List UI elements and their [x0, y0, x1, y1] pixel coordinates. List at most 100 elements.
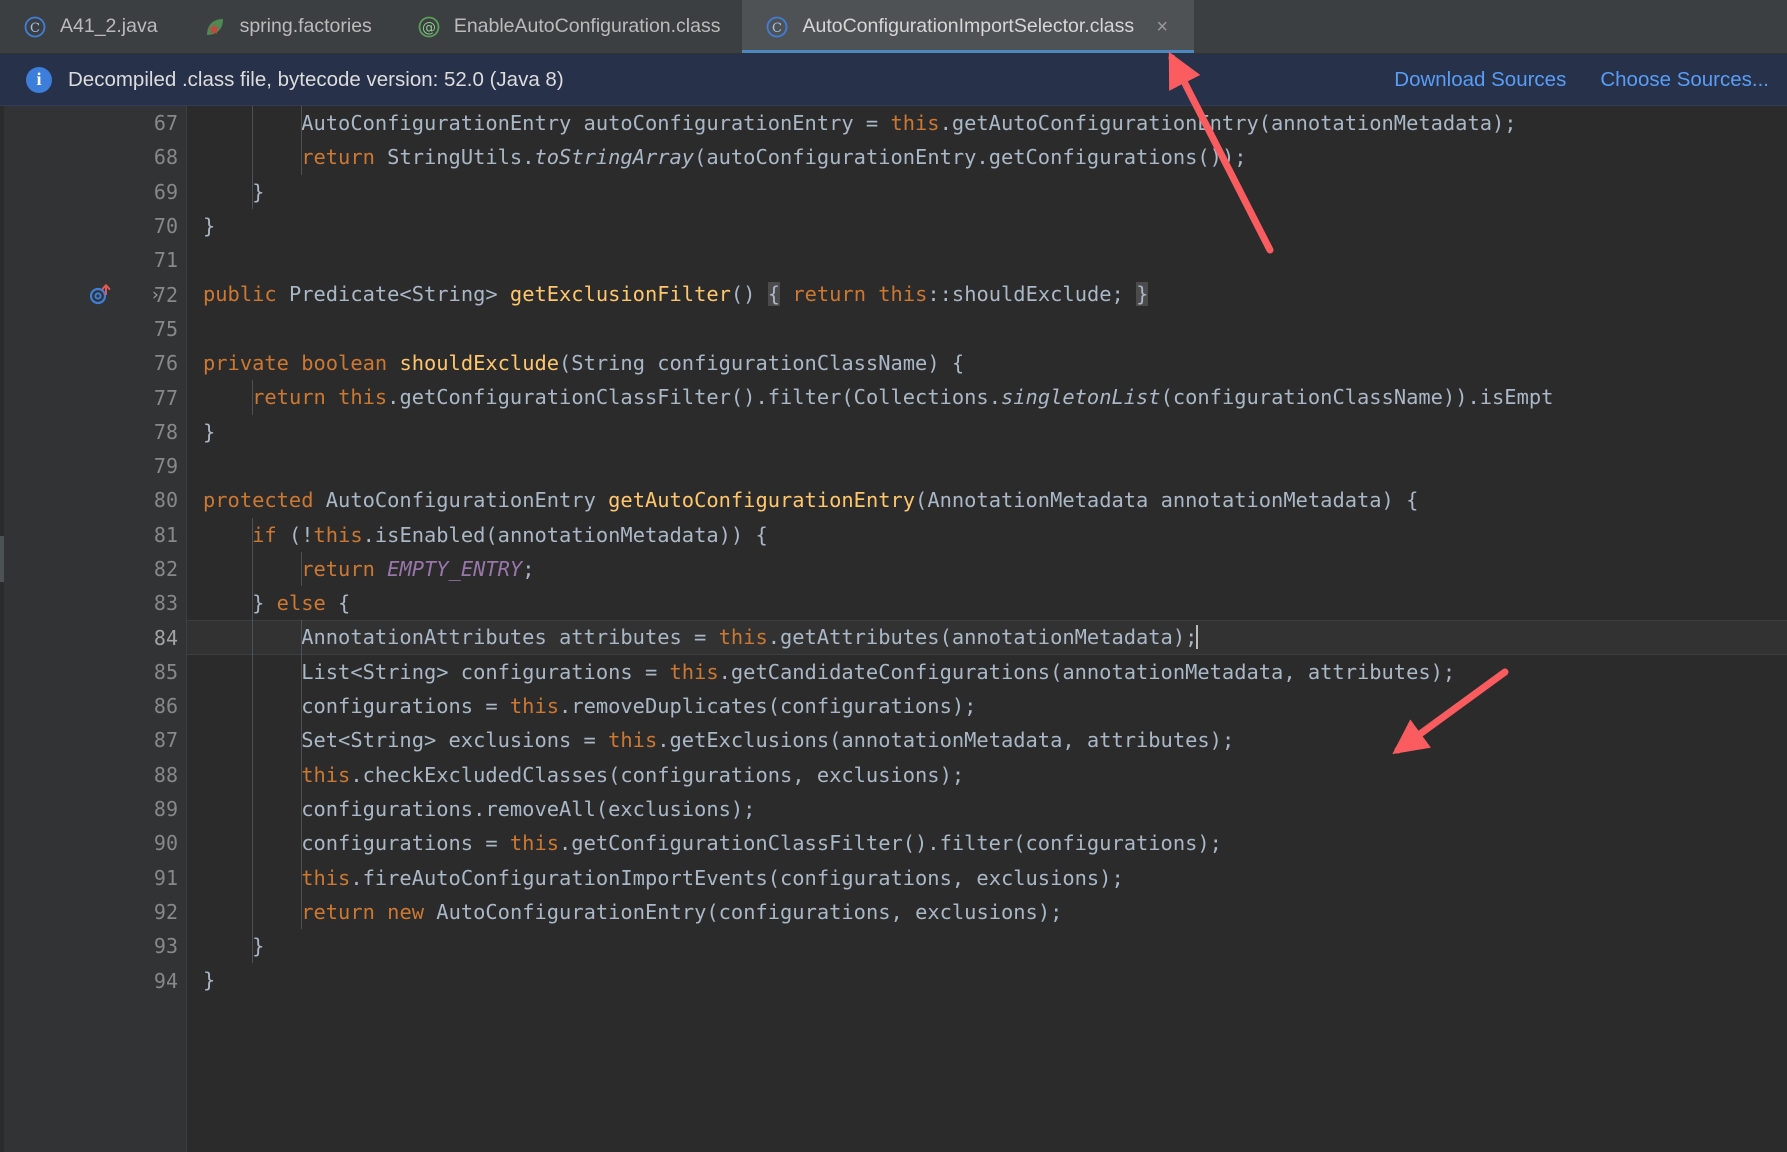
- code-token: .checkExcludedClasses(configurations, ex…: [350, 762, 965, 787]
- gutter-row[interactable]: 83: [4, 586, 186, 620]
- indent-guide: [301, 551, 302, 587]
- indent-guide: [252, 689, 253, 724]
- code-editor[interactable]: 67 68 69 70 71 72 › 75 76 77 78 79 80 81 82 83 84 85 86 87 8…: [0, 106, 1787, 1152]
- line-number: 94: [153, 968, 178, 993]
- gutter-row[interactable]: 71: [4, 243, 186, 277]
- code-line[interactable]: [187, 243, 1787, 277]
- gutter-row[interactable]: 70: [4, 209, 186, 243]
- code-token: }: [203, 179, 265, 204]
- gutter-row[interactable]: 80: [4, 483, 186, 517]
- code-token: AutoConfigurationEntry(configurations, e…: [424, 899, 1063, 924]
- implementing-method-icon[interactable]: [88, 277, 112, 311]
- line-number: 69: [153, 179, 178, 204]
- line-number: 71: [153, 248, 178, 273]
- code-line[interactable]: private boolean shouldExclude(String con…: [187, 346, 1787, 380]
- editor-gutter[interactable]: 67 68 69 70 71 72 › 75 76 77 78 79 80 81 82 83 84 85 86 87 8…: [4, 106, 187, 1152]
- code-token: List<String> configurations =: [203, 659, 670, 684]
- gutter-row[interactable]: 90: [4, 826, 186, 860]
- banner-link-2[interactable]: Choose Sources...: [1600, 68, 1769, 92]
- code-token: .fireAutoConfigurationImportEvents(confi…: [350, 865, 1124, 890]
- code-token: boolean: [301, 351, 388, 376]
- indent-guide: [252, 620, 253, 655]
- code-token: .getConfigurationClassFilter().filter(Co…: [387, 385, 1001, 410]
- java-class-icon: C: [22, 14, 48, 40]
- gutter-row[interactable]: 68: [4, 140, 186, 174]
- gutter-row[interactable]: 72 ›: [4, 277, 186, 311]
- gutter-row[interactable]: 86: [4, 689, 186, 723]
- line-number: 76: [153, 351, 178, 376]
- indent-guide: [252, 929, 253, 964]
- gutter-row[interactable]: 88: [4, 758, 186, 792]
- editor-tab-1[interactable]: C A41_2.java: [0, 0, 180, 53]
- gutter-row[interactable]: 76: [4, 346, 186, 380]
- code-line[interactable]: return this.getConfigurationClassFilter(…: [187, 380, 1787, 415]
- code-line[interactable]: public Predicate<String> getExclusionFil…: [187, 277, 1787, 311]
- code-line[interactable]: }: [187, 415, 1787, 449]
- code-token: StringUtils.: [374, 145, 535, 170]
- code-token: return: [792, 282, 866, 307]
- editor-tab-label: A41_2.java: [60, 15, 158, 37]
- code-token: this: [509, 831, 560, 856]
- gutter-row[interactable]: 79: [4, 449, 186, 483]
- code-line[interactable]: configurations = this.removeDuplicates(c…: [187, 689, 1787, 724]
- code-text-area[interactable]: AutoConfigurationEntry autoConfiguration…: [187, 106, 1787, 1152]
- code-line-caret[interactable]: AnnotationAttributes attributes = this.g…: [187, 620, 1787, 655]
- indent-guide: [252, 586, 253, 621]
- code-line[interactable]: return new AutoConfigurationEntry(config…: [187, 894, 1787, 930]
- editor-tab-2[interactable]: spring.factories: [180, 0, 394, 53]
- code-token: getAutoConfigurationEntry: [608, 488, 916, 513]
- code-line[interactable]: protected AutoConfigurationEntry getAuto…: [187, 483, 1787, 517]
- gutter-row[interactable]: 84: [4, 620, 186, 654]
- code-line[interactable]: [187, 312, 1787, 346]
- gutter-row[interactable]: 92: [4, 895, 186, 929]
- gutter-row[interactable]: 85: [4, 655, 186, 689]
- gutter-row[interactable]: 91: [4, 861, 186, 895]
- code-token: else: [276, 591, 326, 616]
- gutter-row[interactable]: 67: [4, 106, 186, 140]
- gutter-row[interactable]: 94: [4, 963, 186, 997]
- code-line[interactable]: return EMPTY_ENTRY;: [187, 551, 1787, 587]
- code-line[interactable]: List<String> configurations = this.getCa…: [187, 654, 1787, 690]
- code-line[interactable]: Set<String> exclusions = this.getExclusi…: [187, 723, 1787, 758]
- code-line[interactable]: if (!this.isEnabled(annotationMetadata))…: [187, 517, 1787, 552]
- indent-guide: [252, 380, 253, 415]
- gutter-row[interactable]: 78: [4, 415, 186, 449]
- code-line[interactable]: return StringUtils.toStringArray(autoCon…: [187, 140, 1787, 175]
- code-line[interactable]: }: [187, 929, 1787, 964]
- code-line[interactable]: }: [187, 174, 1787, 209]
- code-line[interactable]: this.checkExcludedClasses(configurations…: [187, 757, 1787, 792]
- code-token: }: [203, 213, 216, 238]
- line-number: 78: [153, 419, 178, 444]
- gutter-row[interactable]: 75: [4, 312, 186, 346]
- code-line[interactable]: this.fireAutoConfigurationImportEvents(c…: [187, 860, 1787, 895]
- indent-guide: [301, 106, 302, 141]
- code-token: (): [730, 282, 768, 307]
- editor-tab-4[interactable]: C AutoConfigurationImportSelector.class ×: [742, 0, 1195, 53]
- indent-guide: [301, 894, 302, 930]
- gutter-row[interactable]: 82: [4, 552, 186, 586]
- code-token: (autoConfigurationEntry.getConfiguration…: [694, 145, 1247, 170]
- code-line[interactable]: AutoConfigurationEntry autoConfiguration…: [187, 106, 1787, 141]
- editor-tab-3[interactable]: @ EnableAutoConfiguration.class: [394, 0, 743, 53]
- code-line[interactable]: }: [187, 963, 1787, 997]
- chevron-right-icon[interactable]: ›: [152, 277, 159, 311]
- gutter-row[interactable]: 69: [4, 175, 186, 209]
- gutter-row[interactable]: 93: [4, 929, 186, 963]
- gutter-row[interactable]: 77: [4, 380, 186, 414]
- gutter-row[interactable]: 81: [4, 518, 186, 552]
- editor-tab-label: AutoConfigurationImportSelector.class: [802, 15, 1135, 37]
- code-line[interactable]: configurations.removeAll(exclusions);: [187, 791, 1787, 827]
- code-line[interactable]: [187, 449, 1787, 483]
- gutter-row[interactable]: 87: [4, 723, 186, 757]
- gutter-row[interactable]: 89: [4, 792, 186, 826]
- code-line[interactable]: configurations = this.getConfigurationCl…: [187, 826, 1787, 861]
- indent-guide: [301, 860, 302, 895]
- code-line[interactable]: }: [187, 209, 1787, 243]
- banner-link-1[interactable]: Download Sources: [1394, 68, 1566, 92]
- indent-guide: [252, 723, 253, 758]
- close-icon[interactable]: ×: [1152, 17, 1172, 37]
- code-line[interactable]: } else {: [187, 586, 1787, 621]
